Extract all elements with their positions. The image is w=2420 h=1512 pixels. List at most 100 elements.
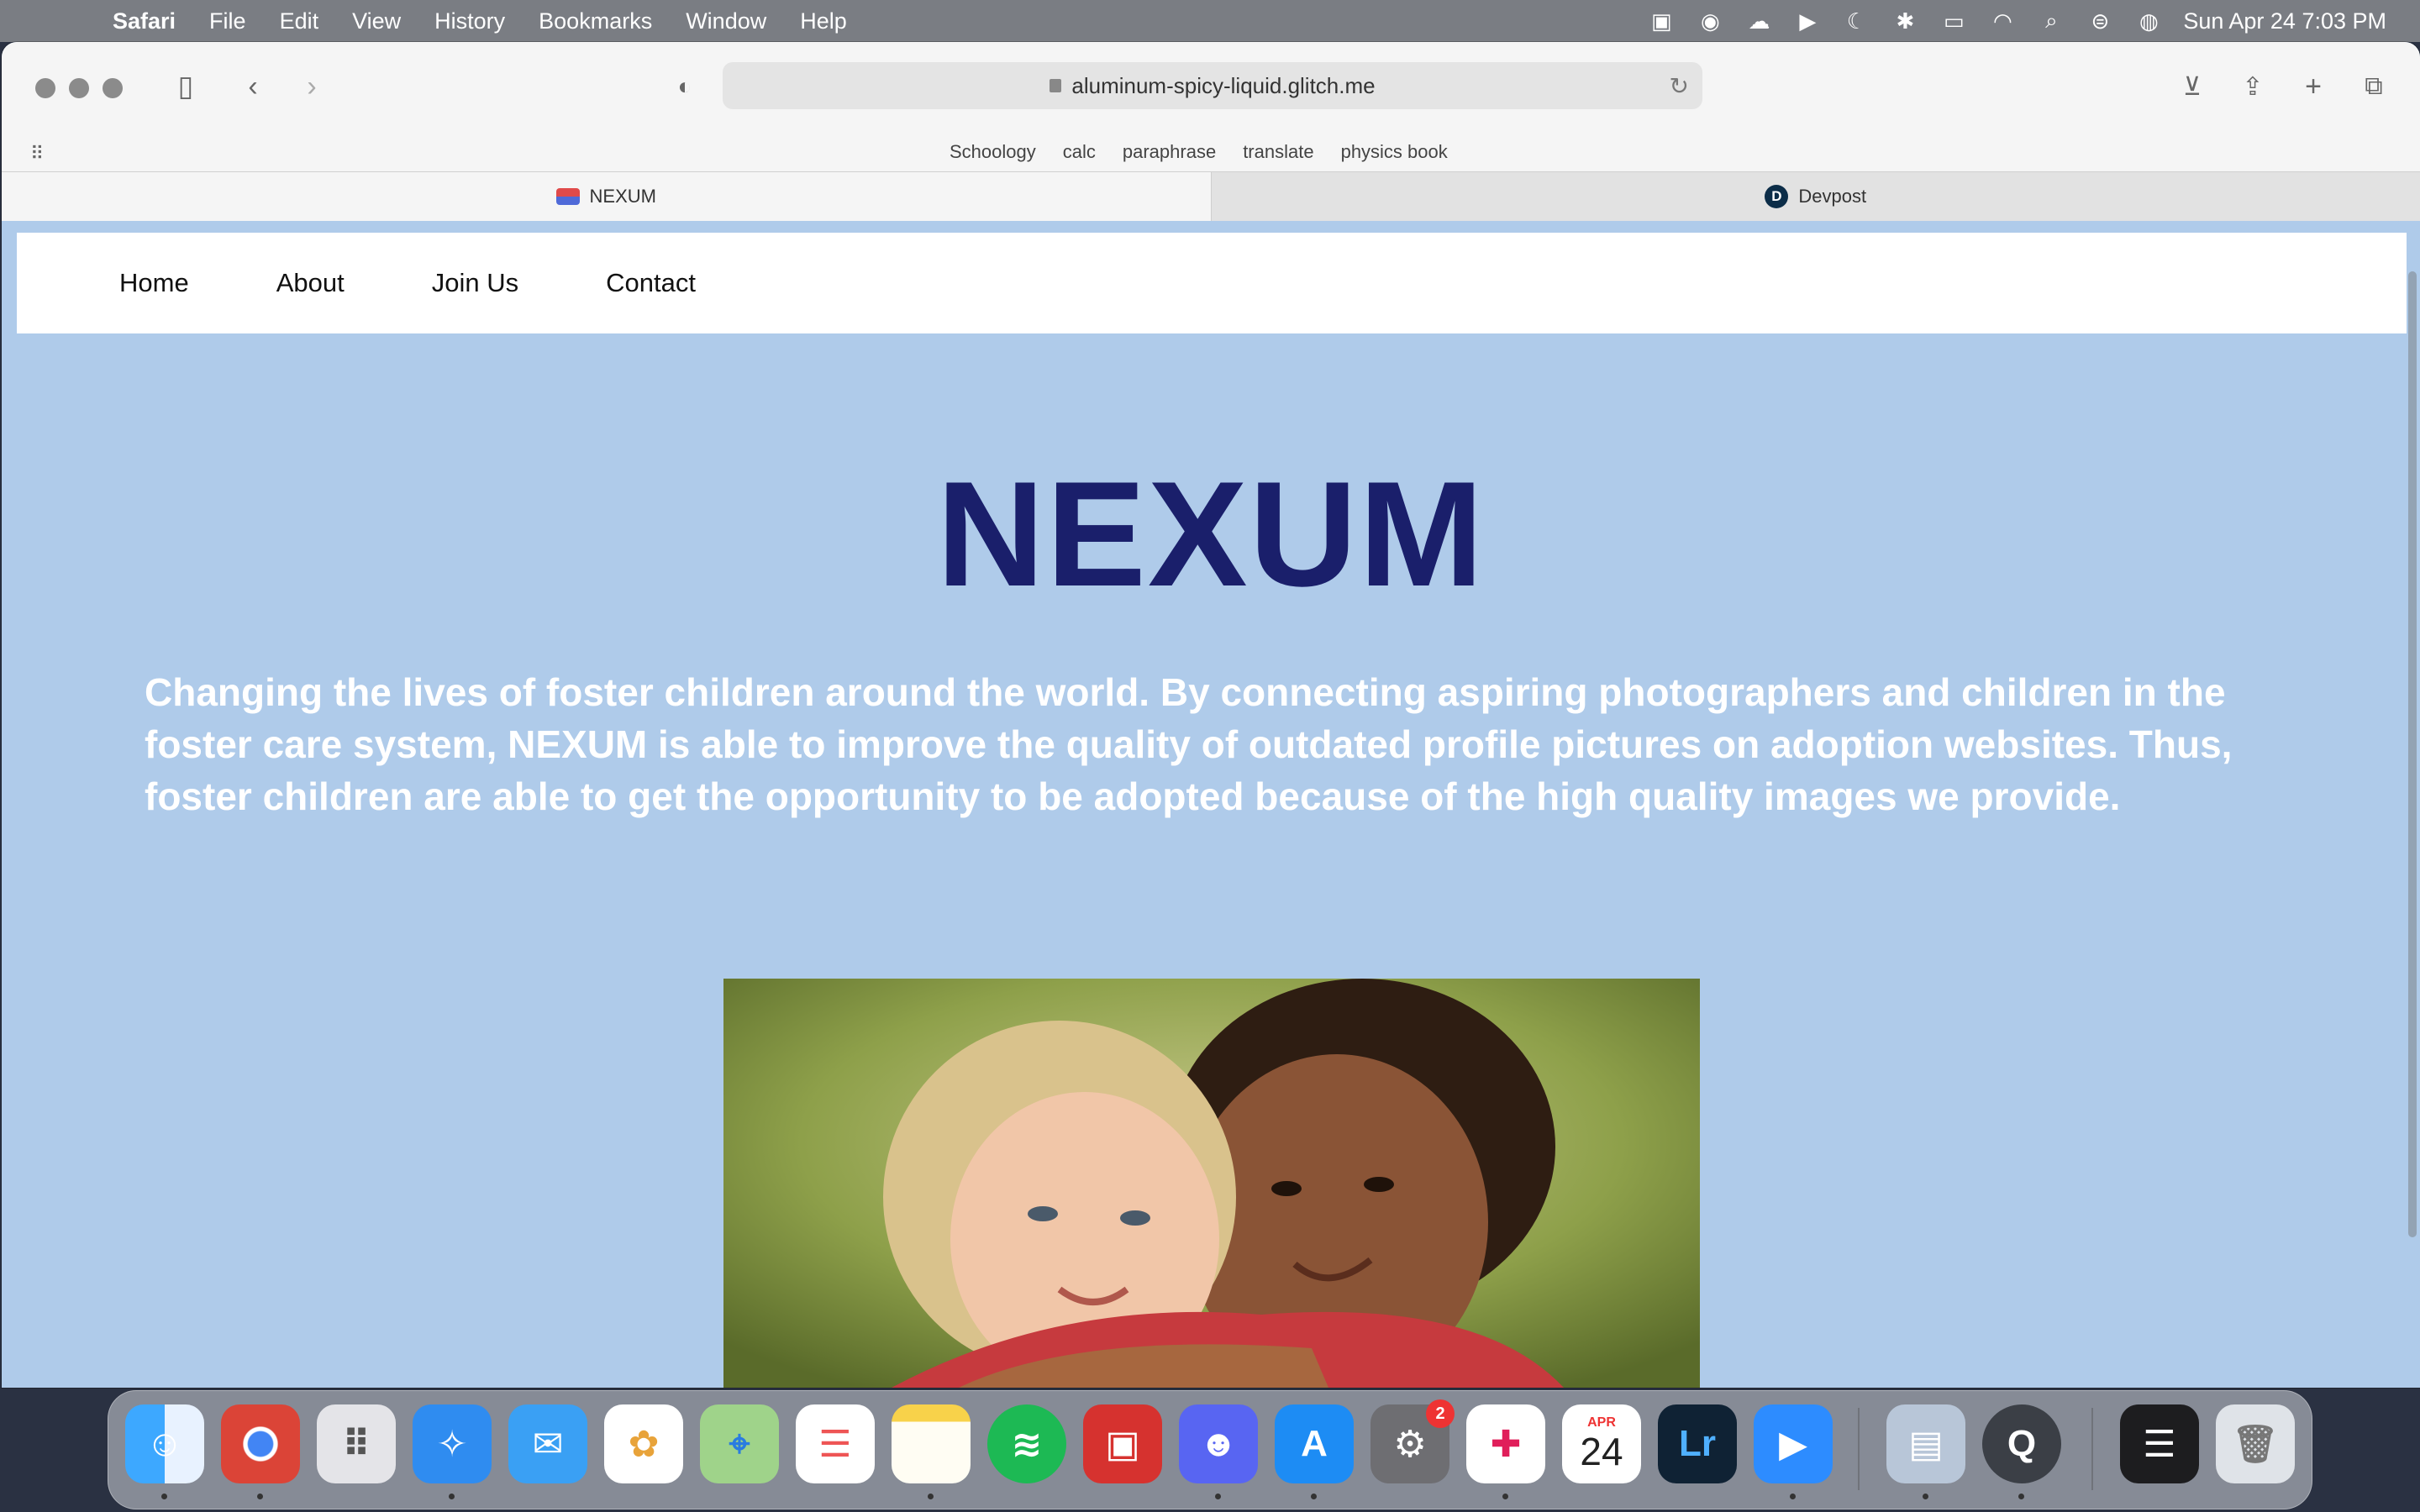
- finder-icon[interactable]: ☺: [125, 1404, 204, 1483]
- favorite-calc[interactable]: calc: [1063, 141, 1096, 163]
- nav-contact[interactable]: Contact: [606, 268, 696, 298]
- app-store-icon[interactable]: A: [1275, 1404, 1354, 1483]
- share-icon[interactable]: ⇪: [2233, 67, 2272, 106]
- launchpad-icon[interactable]: ⠿: [317, 1404, 396, 1483]
- zoom-icon[interactable]: ▶: [1754, 1404, 1833, 1483]
- photos-icon[interactable]: ✿: [604, 1404, 683, 1483]
- menu-view[interactable]: View: [352, 8, 401, 34]
- favorite-physics-book[interactable]: physics book: [1341, 141, 1448, 163]
- zoom-button[interactable]: [103, 78, 123, 98]
- quicktime-icon[interactable]: Q: [1982, 1404, 2061, 1483]
- page-scrollbar[interactable]: [2408, 271, 2417, 1237]
- browser-toolbar: ▯ ‹ › ◐ aluminum-spicy-liquid.glitch.me …: [2, 42, 2420, 131]
- site-title: NEXUM: [936, 450, 1486, 617]
- devpost-favicon-icon: D: [1765, 185, 1789, 208]
- menu-edit[interactable]: Edit: [280, 8, 319, 34]
- wifi-icon[interactable]: ◠: [1988, 8, 2017, 34]
- favorite-paraphrase[interactable]: paraphrase: [1123, 141, 1216, 163]
- camera-icon[interactable]: ▣: [1647, 8, 1676, 34]
- web-page: Home About Join Us Contact NEXUM Changin…: [2, 221, 2420, 1388]
- downloads-icon[interactable]: ⊻: [2173, 67, 2212, 106]
- creative-cloud-icon[interactable]: ☁: [1744, 8, 1773, 34]
- trash-icon[interactable]: 🗑: [2216, 1404, 2295, 1483]
- menu-app-name[interactable]: Safari: [113, 8, 176, 34]
- menu-help[interactable]: Help: [800, 8, 847, 34]
- calendar-month: APR: [1587, 1415, 1616, 1430]
- dock: ☺ ⠿ ✧ ✉ ✿ ⌖ ☰ ≋ ▣ ☻ A ⚙ 2 ✚ APR 24 Lr ▶ …: [108, 1390, 2312, 1509]
- safari-icon[interactable]: ✧: [413, 1404, 492, 1483]
- privacy-shield-icon[interactable]: ◐: [666, 67, 704, 106]
- photo-booth-icon[interactable]: ▣: [1083, 1404, 1162, 1483]
- menu-history[interactable]: History: [434, 8, 505, 34]
- safari-running-dot: [449, 1494, 455, 1499]
- tab-overview-icon[interactable]: ⧉: [2354, 67, 2393, 106]
- site-tagline: Changing the lives of foster children ar…: [145, 670, 2233, 818]
- status-area: ▣ ◉ ☁ ▶ ☾ ✱ ▭ ◠ ⌕ ⊜ ◍ Sun Apr 24 7:03 PM: [1647, 0, 2420, 42]
- forward-icon[interactable]: ›: [292, 67, 331, 106]
- mail-icon[interactable]: ✉: [508, 1404, 587, 1483]
- lock-icon: [1050, 79, 1062, 92]
- menu-window[interactable]: Window: [686, 8, 766, 34]
- hero-photo: [723, 979, 1700, 1388]
- calendar-day: 24: [1580, 1430, 1623, 1473]
- battery-icon[interactable]: ▭: [1939, 8, 1968, 34]
- sidebar-toggle-icon[interactable]: ▯: [166, 67, 205, 106]
- control-center-icon[interactable]: ⊜: [2086, 8, 2114, 34]
- discord-icon[interactable]: ☻: [1179, 1404, 1258, 1483]
- children-hugging-photo: [723, 979, 1700, 1388]
- nav-home[interactable]: Home: [119, 268, 189, 298]
- dock-separator-2: [2091, 1408, 2093, 1490]
- nav-join-us[interactable]: Join Us: [432, 268, 518, 298]
- discord-running-dot: [1215, 1494, 1221, 1499]
- favorite-schoology[interactable]: Schoology: [950, 141, 1036, 163]
- address-bar[interactable]: aluminum-spicy-liquid.glitch.me ↻: [723, 62, 1702, 109]
- menu-bookmarks[interactable]: Bookmarks: [539, 8, 652, 34]
- lightroom-icon[interactable]: Lr: [1658, 1404, 1737, 1483]
- notes-icon[interactable]: [892, 1404, 971, 1483]
- preview-running-dot: [1923, 1494, 1928, 1499]
- site-navbar: Home About Join Us Contact: [17, 233, 2407, 333]
- maps-icon[interactable]: ⌖: [700, 1404, 779, 1483]
- lightroom-label: Lr: [1679, 1423, 1716, 1464]
- screen-record-icon[interactable]: ◉: [1696, 8, 1724, 34]
- play-icon[interactable]: ▶: [1793, 8, 1822, 34]
- quicktime-running-dot: [2018, 1494, 2024, 1499]
- system-preferences-badge: 2: [1426, 1399, 1455, 1428]
- screenshot-folder-icon[interactable]: ☰: [2120, 1404, 2199, 1483]
- system-preferences-icon[interactable]: ⚙ 2: [1370, 1399, 1455, 1483]
- siri-icon[interactable]: ◍: [2134, 8, 2163, 34]
- tab-nexum-label: NEXUM: [589, 186, 656, 207]
- chrome-running-dot: [257, 1494, 263, 1499]
- url-text: aluminum-spicy-liquid.glitch.me: [1071, 72, 1376, 98]
- apps-grid-icon[interactable]: ⠿: [30, 143, 44, 165]
- slack-running-dot: [1502, 1494, 1508, 1499]
- minimize-button[interactable]: [69, 78, 89, 98]
- favorite-translate[interactable]: translate: [1243, 141, 1313, 163]
- reload-icon[interactable]: ↻: [1670, 72, 1689, 100]
- slack-icon[interactable]: ✚: [1466, 1404, 1545, 1483]
- calendar-icon[interactable]: APR 24: [1562, 1404, 1641, 1483]
- nexum-favicon-icon: [555, 188, 580, 205]
- spotify-icon[interactable]: ≋: [987, 1404, 1066, 1483]
- new-tab-icon[interactable]: +: [2294, 67, 2333, 106]
- tab-nexum[interactable]: NEXUM: [2, 172, 1212, 221]
- bluetooth-icon[interactable]: ✱: [1891, 8, 1919, 34]
- notes-running-dot: [928, 1494, 934, 1499]
- chrome-icon[interactable]: [221, 1404, 300, 1483]
- window-controls: [35, 78, 136, 98]
- tab-devpost[interactable]: D Devpost: [1212, 172, 2420, 221]
- nav-about[interactable]: About: [276, 268, 345, 298]
- close-button[interactable]: [35, 78, 55, 98]
- preview-icon[interactable]: ▤: [1886, 1404, 1965, 1483]
- search-icon[interactable]: ⌕: [2037, 8, 2065, 34]
- menu-file[interactable]: File: [209, 8, 246, 34]
- reminders-icon[interactable]: ☰: [796, 1404, 875, 1483]
- favorites-bar: ⠿ Schoology calc paraphrase translate ph…: [2, 131, 2420, 171]
- back-icon[interactable]: ‹: [234, 67, 272, 106]
- finder-running-dot: [161, 1494, 167, 1499]
- moon-icon[interactable]: ☾: [1842, 8, 1870, 34]
- menu-clock[interactable]: Sun Apr 24 7:03 PM: [2183, 8, 2386, 34]
- safari-window: ▯ ‹ › ◐ aluminum-spicy-liquid.glitch.me …: [2, 42, 2420, 1388]
- zoom-running-dot: [1790, 1494, 1796, 1499]
- app-store-running-dot: [1311, 1494, 1317, 1499]
